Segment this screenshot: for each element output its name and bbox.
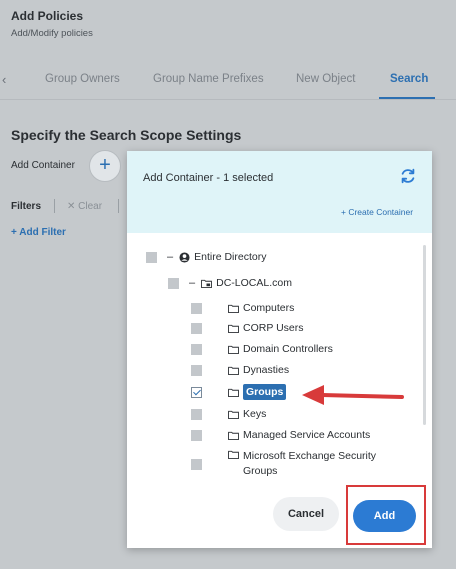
tree-item[interactable]: Dynasties xyxy=(191,360,289,380)
dialog-header: Add Container - 1 selected + Create Cont… xyxy=(127,151,432,233)
checkbox[interactable] xyxy=(146,251,157,263)
tree-item-label: Computers xyxy=(243,302,295,314)
tree-item-label: Keys xyxy=(243,408,267,420)
chevron-left-icon[interactable]: ‹ xyxy=(2,72,6,87)
page-header: Add Policies Add/Modify policies xyxy=(0,0,456,56)
tab-group-owners[interactable]: Group Owners xyxy=(45,73,120,85)
tab-new-object[interactable]: New Object xyxy=(296,73,355,85)
checkbox[interactable] xyxy=(191,364,202,376)
tab-search[interactable]: Search xyxy=(390,73,428,85)
close-icon: ✕ xyxy=(67,201,79,212)
tree-item-label: Groups xyxy=(243,384,287,400)
tree-item-label: Domain Controllers xyxy=(243,343,333,355)
tree-item[interactable]: Domain Controllers xyxy=(191,339,333,359)
annotation-arrow-icon xyxy=(302,385,404,405)
create-container-link[interactable]: + Create Container xyxy=(341,207,413,217)
checkbox-checked[interactable] xyxy=(191,386,202,398)
folder-icon xyxy=(228,388,239,397)
tab-group-name-prefixes[interactable]: Group Name Prefixes xyxy=(153,73,264,85)
tree-item-domain[interactable]: – DC-LOCAL.com xyxy=(168,273,292,293)
checkbox[interactable] xyxy=(191,302,202,314)
domain-folder-icon xyxy=(201,279,213,288)
checkbox[interactable] xyxy=(191,408,202,420)
folder-icon xyxy=(228,324,239,333)
checkbox[interactable] xyxy=(191,458,202,470)
page-subtitle: Add/Modify policies xyxy=(11,28,93,39)
divider xyxy=(54,199,55,213)
tree-item[interactable]: Managed Service Accounts xyxy=(191,425,370,445)
tree-item[interactable]: Microsoft Exchange Security Groups xyxy=(191,447,403,481)
plus-icon: + xyxy=(99,154,111,176)
tree-item[interactable]: CORP Users xyxy=(191,318,303,338)
tree-item-label: Entire Directory xyxy=(194,251,267,263)
scrollbar[interactable] xyxy=(423,245,426,425)
checkbox[interactable] xyxy=(191,343,202,355)
scope-title: Specify the Search Scope Settings xyxy=(11,127,242,143)
tree-item-label: DC-LOCAL.com xyxy=(216,277,292,289)
tree-item-label: Dynasties xyxy=(243,364,290,376)
folder-icon xyxy=(228,304,239,313)
tree-item[interactable]: Keys xyxy=(191,404,266,424)
dialog-title: Add Container - 1 selected xyxy=(143,172,274,184)
add-filter-link[interactable]: + Add Filter xyxy=(11,227,66,238)
collapse-icon[interactable]: – xyxy=(189,277,195,289)
filters-label: Filters xyxy=(11,201,42,212)
cancel-button[interactable]: Cancel xyxy=(273,497,339,531)
add-container-button[interactable]: + xyxy=(89,150,121,182)
folder-icon xyxy=(228,450,239,459)
checkbox[interactable] xyxy=(191,322,202,334)
tree-item-label: Managed Service Accounts xyxy=(243,429,371,441)
page-title: Add Policies xyxy=(11,9,84,23)
clear-filters-button[interactable]: ✕ Clear xyxy=(67,201,102,212)
tree-item-selected[interactable]: Groups xyxy=(191,382,287,402)
tree-item-root[interactable]: – Entire Directory xyxy=(146,247,266,267)
checkbox[interactable] xyxy=(168,277,179,289)
folder-icon xyxy=(228,345,239,354)
collapse-icon[interactable]: – xyxy=(167,251,173,263)
refresh-icon[interactable] xyxy=(399,167,417,185)
tab-bar: ‹ Group Owners Group Name Prefixes New O… xyxy=(0,62,456,100)
checkbox[interactable] xyxy=(191,429,202,441)
folder-icon xyxy=(228,366,239,375)
tree-item[interactable]: Computers xyxy=(191,298,294,318)
divider xyxy=(118,199,119,213)
tab-divider xyxy=(0,99,456,100)
tree-item-label: CORP Users xyxy=(243,322,304,334)
annotation-highlight-box xyxy=(346,485,426,545)
tree-item-label: Microsoft Exchange Security Groups xyxy=(243,450,377,477)
folder-icon xyxy=(228,431,239,440)
folder-icon xyxy=(228,410,239,419)
directory-icon xyxy=(179,251,190,263)
add-container-label: Add Container xyxy=(11,160,75,171)
